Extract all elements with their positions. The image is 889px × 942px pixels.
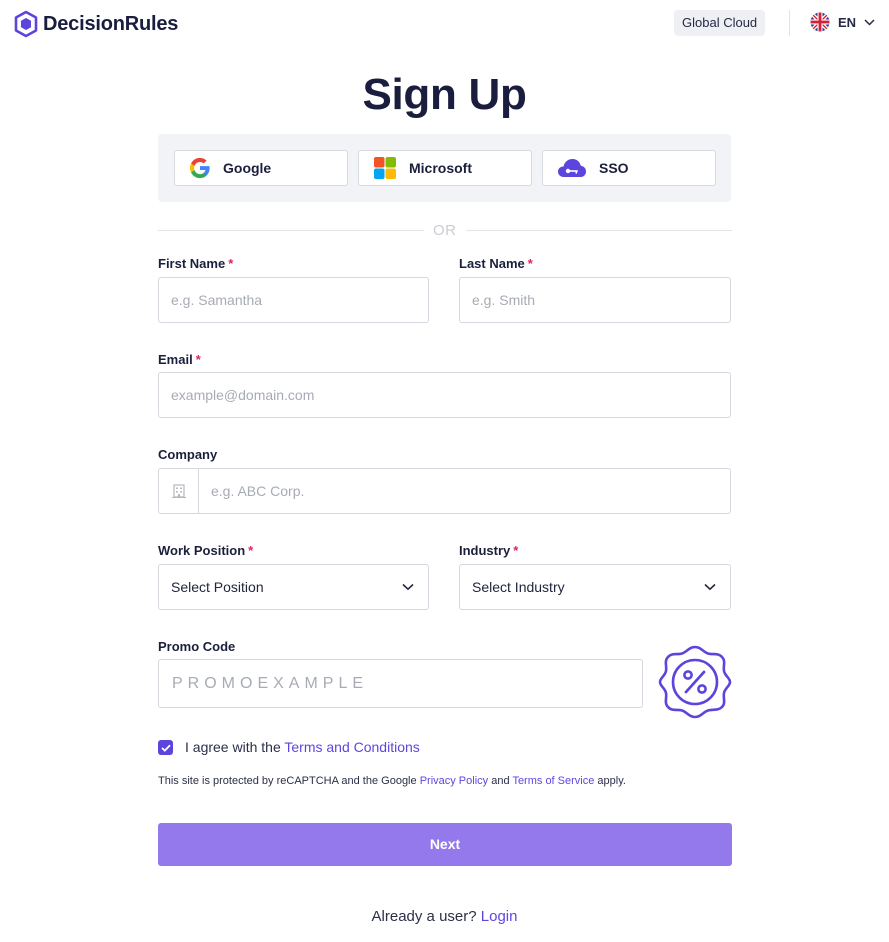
language-selector[interactable]: EN <box>810 12 875 32</box>
work-position-label: Work Position * <box>158 543 254 558</box>
microsoft-login-label: Microsoft <box>409 160 472 176</box>
divider-line-right <box>466 230 732 231</box>
promo-code-label: Promo Code <box>158 639 236 654</box>
email-input[interactable]: example@domain.com <box>158 372 731 418</box>
industry-select[interactable]: Select Industry <box>459 564 731 610</box>
terms-checkbox[interactable] <box>158 740 173 755</box>
sso-login-button[interactable]: SSO <box>542 150 716 186</box>
recaptcha-notice: This site is protected by reCAPTCHA and … <box>158 775 626 787</box>
login-prompt-text: Already a user? <box>371 908 481 925</box>
microsoft-login-button[interactable]: Microsoft <box>358 150 532 186</box>
terms-of-service-link[interactable]: Terms of Service <box>512 775 594 787</box>
terms-agreement: I agree with the Terms and Conditions <box>185 739 420 755</box>
email-label: Email * <box>158 352 201 367</box>
page-title: Sign Up <box>362 70 527 119</box>
brand-logo[interactable]: DecisionRules <box>14 10 178 38</box>
industry-label: Industry * <box>459 543 519 558</box>
sso-login-label: SSO <box>599 160 629 176</box>
chevron-down-icon <box>402 583 414 591</box>
terms-agreement-text: I agree with the <box>185 739 285 755</box>
terms-link[interactable]: Terms and Conditions <box>284 739 419 755</box>
chevron-down-icon <box>704 583 716 591</box>
microsoft-icon <box>374 157 396 179</box>
building-icon <box>171 484 186 498</box>
company-input[interactable]: e.g. ABC Corp. <box>158 468 731 514</box>
region-selector[interactable]: Global Cloud <box>674 10 766 36</box>
discount-badge-icon <box>658 645 732 719</box>
company-icon-box <box>159 469 199 513</box>
cloud-key-icon <box>558 159 586 177</box>
brand-name: DecisionRules <box>43 12 179 35</box>
uk-flag-icon <box>810 12 830 32</box>
or-divider-text: OR <box>433 222 457 239</box>
promo-code-input[interactable]: PROMOEXAMPLE <box>158 659 643 708</box>
social-login-panel: Google Microsoft SSO <box>158 134 731 202</box>
work-position-value: Select Position <box>171 579 264 595</box>
hexagon-logo-icon <box>14 10 38 38</box>
last-name-label: Last Name * <box>459 256 533 271</box>
login-link[interactable]: Login <box>481 908 518 925</box>
language-code: EN <box>838 14 857 30</box>
industry-value: Select Industry <box>472 579 565 595</box>
work-position-select[interactable]: Select Position <box>158 564 429 610</box>
google-icon <box>189 157 210 179</box>
company-placeholder: e.g. ABC Corp. <box>211 483 305 499</box>
chevron-down-icon <box>864 18 875 26</box>
divider-line-left <box>158 230 424 231</box>
login-prompt: Already a user? Login <box>0 908 889 925</box>
google-login-label: Google <box>223 160 272 176</box>
header-divider <box>789 10 790 36</box>
privacy-policy-link[interactable]: Privacy Policy <box>420 775 488 787</box>
company-label: Company <box>158 447 218 462</box>
google-login-button[interactable]: Google <box>174 150 348 186</box>
first-name-label: First Name * <box>158 256 234 271</box>
next-button[interactable]: Next <box>158 823 732 866</box>
last-name-input[interactable]: e.g. Smith <box>459 277 731 323</box>
first-name-input[interactable]: e.g. Samantha <box>158 277 429 323</box>
check-icon <box>160 744 171 752</box>
